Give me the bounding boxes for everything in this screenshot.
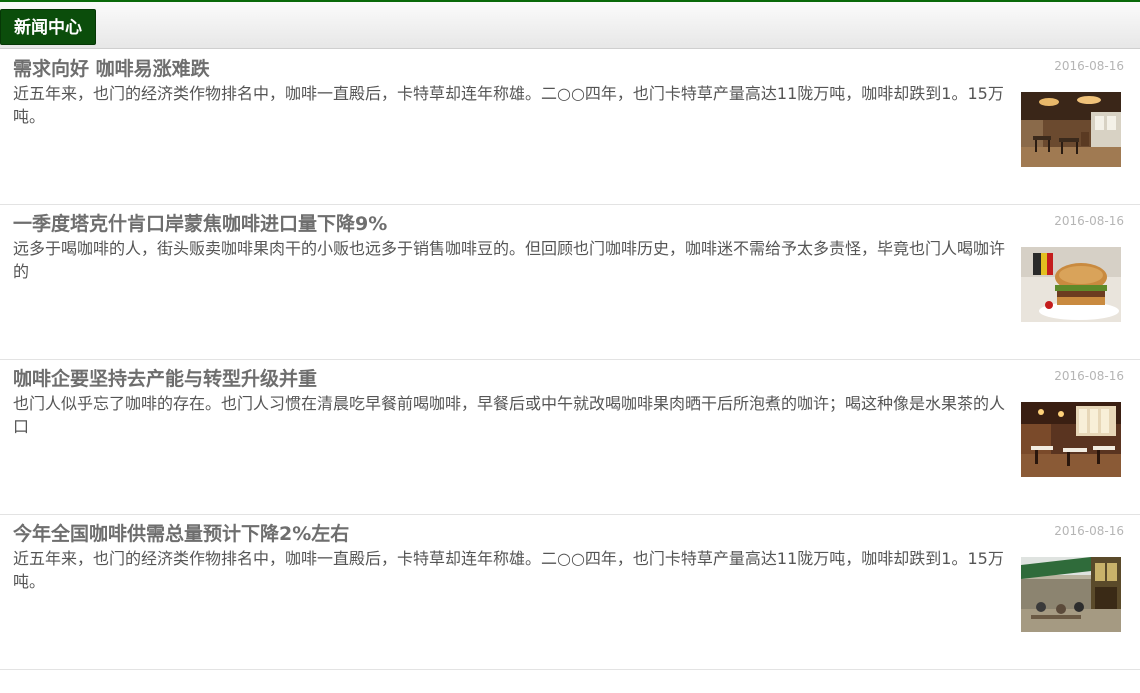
news-date: 2016-08-16	[1054, 524, 1124, 538]
burger-image[interactable]	[1021, 247, 1121, 322]
news-title[interactable]: 需求向好 咖啡易涨难跌	[13, 54, 210, 81]
news-description: 远多于喝咖啡的人，街头贩卖咖啡果肉干的小贩也远多于销售咖啡豆的。但回顾也门咖啡历…	[13, 239, 1006, 281]
news-description: 也门人似乎忘了咖啡的存在。也门人习惯在清晨吃早餐前喝咖啡，早餐后或中午就改喝咖啡…	[13, 394, 1006, 436]
news-date: 2016-08-16	[1054, 369, 1124, 383]
list-item[interactable]: 今年全国咖啡供需总量预计下降2%左右 2016-08-16 近五年来，也门的经济…	[0, 515, 1140, 670]
restaurant-interior-image[interactable]	[1021, 402, 1121, 477]
tab-news-center[interactable]: 新闻中心	[0, 9, 96, 45]
news-title[interactable]: 一季度塔克什肯口岸蒙焦咖啡进口量下降9%	[13, 209, 387, 236]
list-item[interactable]: 一季度塔克什肯口岸蒙焦咖啡进口量下降9% 2016-08-16 远多于喝咖啡的人…	[0, 205, 1140, 360]
news-date: 2016-08-16	[1054, 214, 1124, 228]
news-list: 需求向好 咖啡易涨难跌 2016-08-16 近五年来，也门的经济类作物排名中，…	[0, 50, 1140, 670]
news-description: 近五年来，也门的经济类作物排名中，咖啡一直殿后，卡特草却连年称雄。二○○四年，也…	[13, 84, 1004, 126]
news-description: 近五年来，也门的经济类作物排名中，咖啡一直殿后，卡特草却连年称雄。二○○四年，也…	[13, 549, 1004, 591]
news-date: 2016-08-16	[1054, 59, 1124, 73]
list-item[interactable]: 需求向好 咖啡易涨难跌 2016-08-16 近五年来，也门的经济类作物排名中，…	[0, 50, 1140, 205]
header-bar: 新闻中心	[0, 0, 1140, 49]
street-cafe-image[interactable]	[1021, 557, 1121, 632]
news-title[interactable]: 今年全国咖啡供需总量预计下降2%左右	[13, 519, 349, 546]
news-title[interactable]: 咖啡企要坚持去产能与转型升级并重	[13, 364, 317, 391]
cafe-interior-image[interactable]	[1021, 92, 1121, 167]
list-item[interactable]: 咖啡企要坚持去产能与转型升级并重 2016-08-16 也门人似乎忘了咖啡的存在…	[0, 360, 1140, 515]
